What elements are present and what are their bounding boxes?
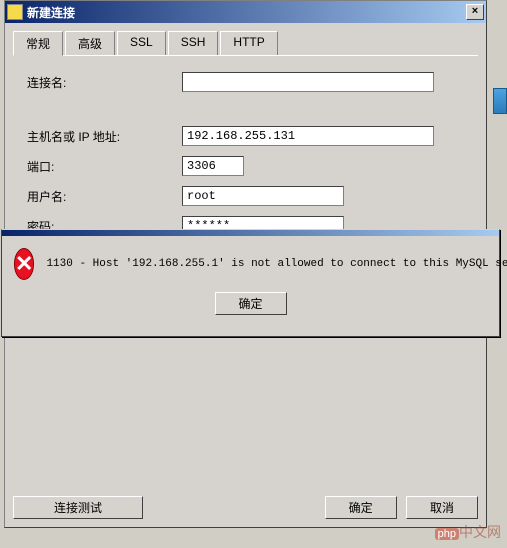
- tab-ssl[interactable]: SSL: [117, 31, 166, 55]
- port-label: 端口:: [27, 158, 182, 175]
- error-icon: ✕: [14, 248, 34, 280]
- tab-http[interactable]: HTTP: [220, 31, 277, 55]
- window-title: 新建连接: [27, 4, 466, 21]
- error-ok-button[interactable]: 确定: [215, 292, 287, 315]
- conn-name-label: 连接名:: [27, 74, 182, 91]
- cancel-button[interactable]: 取消: [406, 496, 478, 519]
- tab-strip: 常规 高级 SSL SSH HTTP: [13, 31, 478, 56]
- close-icon[interactable]: ×: [466, 4, 484, 20]
- test-connection-button[interactable]: 连接测试: [13, 496, 143, 519]
- user-label: 用户名:: [27, 188, 182, 205]
- error-dialog: ✕ 1130 - Host '192.168.255.1' is not all…: [1, 229, 500, 337]
- error-message: 1130 - Host '192.168.255.1' is not allow…: [46, 258, 507, 270]
- watermark-php: php: [435, 528, 459, 540]
- watermark: php中文网: [435, 522, 501, 542]
- side-decoration: [493, 88, 507, 114]
- host-input[interactable]: [182, 126, 434, 146]
- app-icon: [7, 4, 23, 20]
- host-label: 主机名或 IP 地址:: [27, 128, 182, 145]
- tab-advanced[interactable]: 高级: [65, 31, 115, 55]
- titlebar: 新建连接 ×: [5, 1, 486, 23]
- user-input[interactable]: [182, 186, 344, 206]
- bottom-bar: 连接测试 确定 取消: [13, 496, 478, 519]
- tab-general[interactable]: 常规: [13, 31, 63, 56]
- tab-ssh[interactable]: SSH: [168, 31, 219, 55]
- port-input[interactable]: [182, 156, 244, 176]
- ok-button[interactable]: 确定: [325, 496, 397, 519]
- watermark-text: 中文网: [459, 524, 501, 540]
- conn-name-input[interactable]: [182, 72, 434, 92]
